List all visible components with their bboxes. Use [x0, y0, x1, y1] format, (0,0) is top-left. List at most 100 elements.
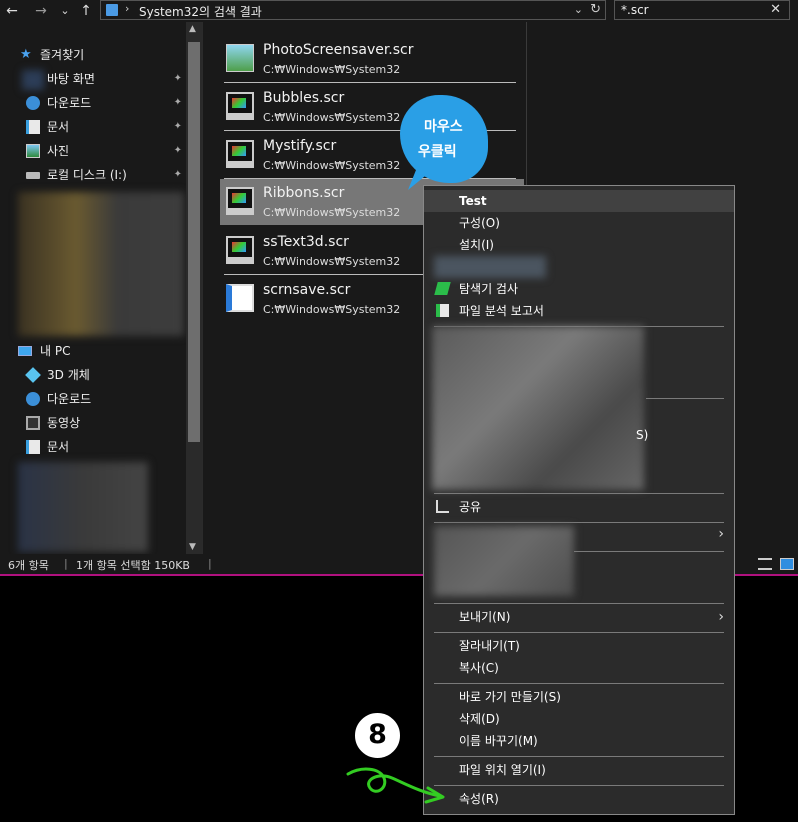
menu-item-configure[interactable]: 구성(O) — [424, 212, 734, 234]
menu-item-properties[interactable]: 속성(R) — [424, 788, 734, 810]
share-icon — [436, 500, 449, 513]
pin-icon: ✦ — [173, 73, 182, 84]
search-input[interactable]: *.scr — [621, 3, 649, 17]
sidebar-item-label: 다운로드 — [47, 392, 92, 406]
menu-item-send-to[interactable]: 보내기(N) › — [424, 606, 734, 628]
menu-item-label: 공유 — [459, 500, 482, 514]
menu-item-label: 보내기(N) — [459, 610, 511, 624]
sidebar-item-downloads[interactable]: 다운로드 ✦ — [0, 92, 186, 114]
menu-item-partially-hidden[interactable]: S) — [424, 424, 734, 446]
submenu-arrow-icon: › — [718, 526, 724, 542]
report-icon — [436, 304, 449, 317]
menu-item-file-report[interactable]: 파일 분석 보고서 — [424, 300, 734, 322]
menu-item-create-shortcut[interactable]: 바로 가기 만들기(S) — [424, 686, 734, 708]
menu-separator — [646, 398, 724, 399]
blurred-menu-region — [434, 526, 574, 596]
document-icon — [26, 440, 40, 454]
document-icon — [26, 120, 40, 134]
step-number: 8 — [368, 719, 387, 750]
sidebar-item-3d-objects[interactable]: 3D 개체 — [0, 364, 186, 386]
menu-item-share[interactable]: 공유 — [424, 496, 734, 518]
file-path: C:₩Windows₩System32 — [263, 206, 401, 219]
video-icon — [26, 416, 40, 430]
search-box[interactable]: *.scr ✕ — [614, 0, 790, 20]
sidebar-item-quick-access[interactable]: ★ 즐겨찾기 — [0, 44, 186, 66]
menu-item-copy[interactable]: 복사(C) — [424, 657, 734, 679]
file-path: C:₩Windows₩System32 — [263, 111, 401, 124]
item-count: 6개 항목 — [8, 559, 49, 572]
file-name: ssText3d.scr — [263, 234, 349, 250]
breadcrumb-path[interactable]: System32의 검색 결과 — [139, 3, 262, 20]
menu-item-test[interactable]: Test — [424, 190, 734, 212]
menu-separator — [574, 551, 724, 552]
menu-item-label: 복사(C) — [459, 661, 499, 675]
menu-item-delete[interactable]: 삭제(D) — [424, 708, 734, 730]
file-path: C:₩Windows₩System32 — [263, 63, 401, 76]
scroll-up-icon[interactable]: ▲ — [189, 24, 196, 34]
sidebar-item-this-pc[interactable]: 내 PC — [0, 340, 186, 362]
forward-arrow-icon[interactable]: → — [32, 2, 50, 20]
up-arrow-icon[interactable]: ↑ — [78, 2, 94, 20]
scan-shield-icon — [434, 282, 451, 295]
blurred-menu-item — [434, 256, 546, 278]
menu-separator — [434, 683, 724, 684]
blurred-sidebar-region — [18, 462, 148, 552]
screensaver-icon — [226, 140, 254, 168]
sidebar-scrollbar[interactable]: ▲ ▼ — [186, 22, 202, 554]
recent-locations-chevron-icon[interactable]: ⌄ — [58, 2, 72, 20]
sidebar-item-videos[interactable]: 동영상 — [0, 412, 186, 434]
cube-icon — [25, 367, 41, 383]
menu-item-open-file-location[interactable]: 파일 위치 열기(I) — [424, 759, 734, 781]
clear-search-icon[interactable]: ✕ — [770, 2, 781, 17]
menu-item-cut[interactable]: 잘라내기(T) — [424, 635, 734, 657]
desktop-icon — [22, 70, 44, 90]
file-name: Mystify.scr — [263, 138, 337, 154]
back-arrow-icon[interactable]: ← — [4, 2, 20, 20]
file-item-photoscreensaver[interactable]: PhotoScreensaver.scr C:₩Windows₩System32 — [220, 36, 524, 83]
menu-separator — [434, 522, 724, 523]
sidebar-item-label: 바탕 화면 — [47, 72, 95, 86]
sidebar-item-pictures[interactable]: 사진 ✦ — [0, 140, 186, 162]
sidebar-item-desktop[interactable]: 바탕 화면 ✦ — [0, 68, 186, 90]
refresh-icon[interactable]: ↻ — [590, 2, 601, 17]
drive-icon — [26, 172, 40, 179]
file-path: C:₩Windows₩System32 — [263, 303, 401, 316]
address-dropdown-icon[interactable]: ⌄ — [574, 3, 583, 16]
download-icon — [26, 96, 40, 110]
status-separator: | — [64, 557, 68, 570]
large-icons-view-icon[interactable] — [780, 558, 794, 570]
pin-icon: ✦ — [173, 121, 182, 132]
pin-icon: ✦ — [173, 169, 182, 180]
sidebar-item-label: 문서 — [47, 440, 70, 454]
details-view-icon[interactable] — [758, 558, 772, 570]
sidebar-item-label: 내 PC — [40, 344, 71, 358]
menu-separator — [434, 493, 724, 494]
address-toolbar: ← → ⌄ ↑ › System32의 검색 결과 ⌄ ↻ *.scr ✕ — [0, 0, 798, 22]
menu-separator — [434, 756, 724, 757]
callout-text-line2: 우클릭 — [418, 144, 457, 160]
menu-separator — [434, 603, 724, 604]
green-arrow-icon — [346, 767, 445, 804]
file-name: Bubbles.scr — [263, 90, 345, 106]
computer-icon — [18, 346, 32, 356]
step-number-badge: 8 — [352, 710, 403, 761]
address-bar[interactable]: › System32의 검색 결과 ⌄ ↻ — [100, 0, 606, 20]
sidebar-item-pc-downloads[interactable]: 다운로드 — [0, 388, 186, 410]
menu-item-install[interactable]: 설치(I) — [424, 234, 734, 256]
menu-item-label: S) — [636, 428, 649, 442]
sidebar-item-pc-documents[interactable]: 문서 — [0, 436, 186, 458]
download-icon — [26, 392, 40, 406]
menu-item-rename[interactable]: 이름 바꾸기(M) — [424, 730, 734, 752]
file-name: Ribbons.scr — [263, 185, 345, 201]
scrollbar-thumb[interactable] — [188, 42, 200, 442]
sidebar-item-documents[interactable]: 문서 ✦ — [0, 116, 186, 138]
menu-item-explorer-scan[interactable]: 탐색기 검사 — [424, 278, 734, 300]
submenu-arrow-icon: › — [718, 609, 724, 625]
menu-item-label: 구성(O) — [459, 216, 500, 230]
pin-icon: ✦ — [173, 97, 182, 108]
menu-item-label: 이름 바꾸기(M) — [459, 734, 538, 748]
screensaver-icon — [226, 187, 254, 215]
menu-item-label: 속성(R) — [459, 792, 499, 806]
sidebar-item-local-disk[interactable]: 로컬 디스크 (I:) ✦ — [0, 164, 186, 186]
scroll-down-icon[interactable]: ▼ — [189, 542, 196, 552]
